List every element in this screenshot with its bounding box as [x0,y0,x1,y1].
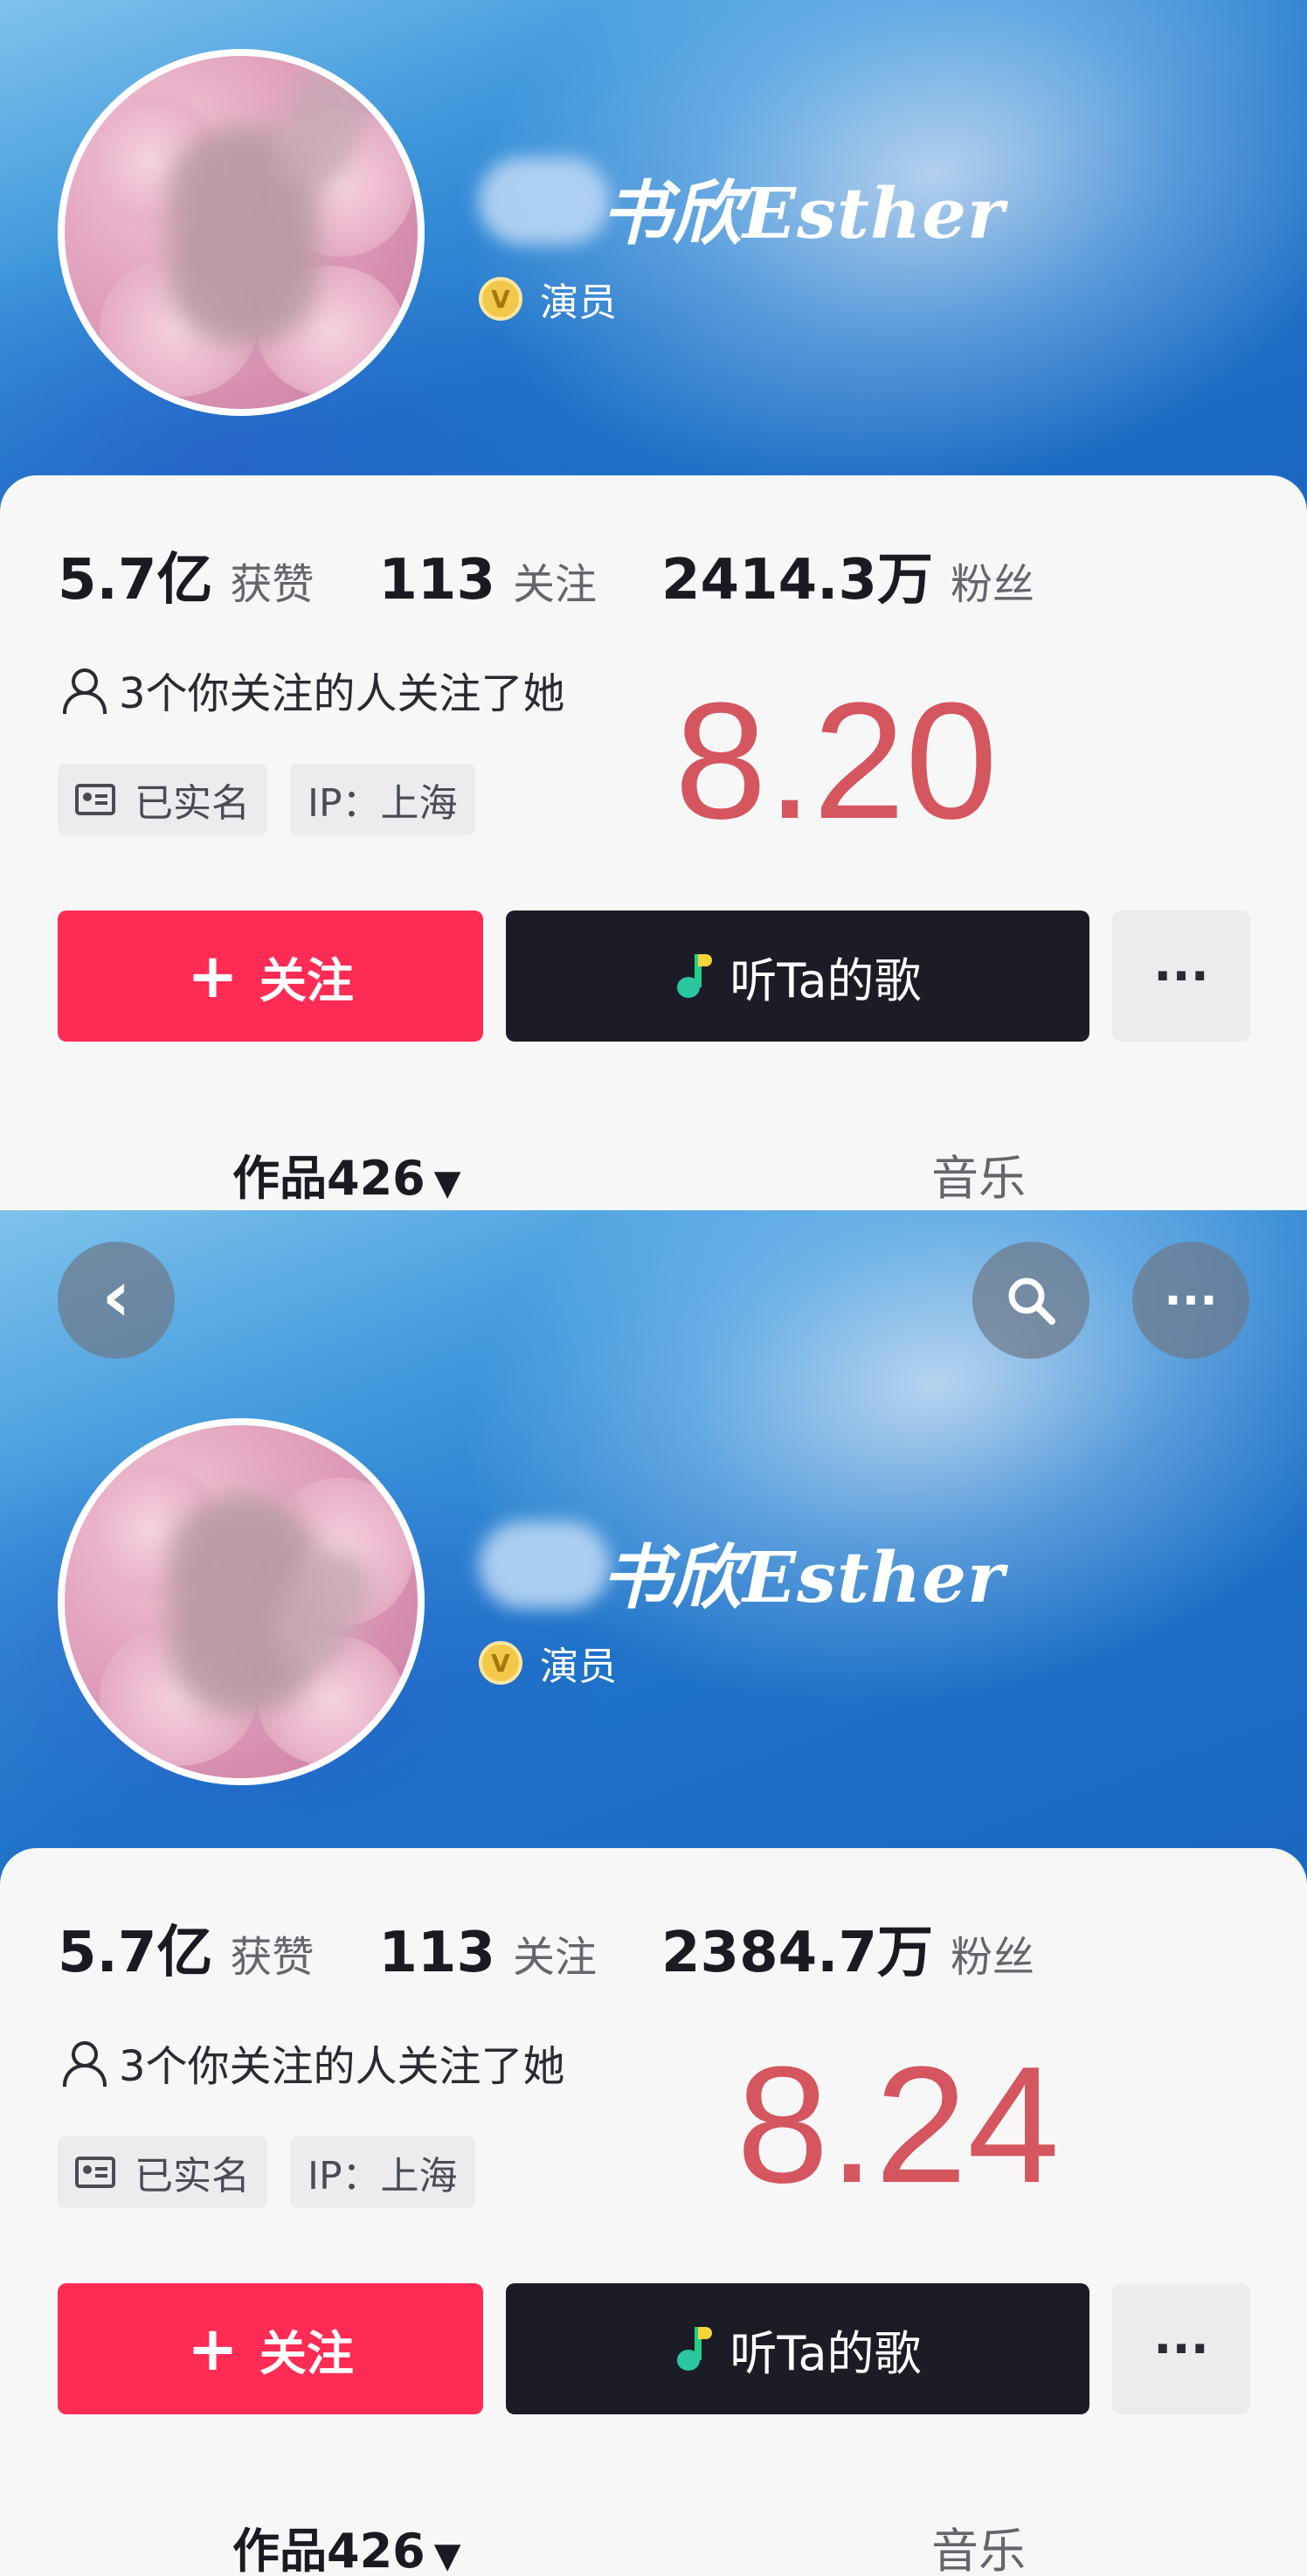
date-annotation: 8.20 [674,668,998,854]
music-note-icon [674,952,713,1000]
follow-button-label: 关注 [259,952,354,1008]
caret-down-icon: ▼ [433,1163,461,1203]
profile-identity: 书欣Esther V 演员 [479,1521,1004,1691]
following-label: 关注 [512,560,597,609]
fans-count[interactable]: 2384.7万 [661,1908,933,1988]
mutual-followers-text: 3个你关注的人关注了她 [119,669,565,718]
following-count[interactable]: 113 [378,548,495,613]
listen-music-button[interactable]: 听Ta的歌 [506,2283,1089,2414]
fans-count[interactable]: 2414.3万 [661,535,933,615]
more-options-button[interactable]: ··· [1112,2283,1250,2414]
caret-down-icon: ▼ [433,2536,461,2576]
id-card-icon [75,784,115,815]
profile-name: 书欣Esther [601,1536,1006,1618]
person-icon [58,2038,107,2087]
back-icon: ‹ [101,1256,131,1337]
search-icon [1008,1278,1055,1325]
profile-identity: 书欣Esther V 演员 [479,157,1004,327]
mutual-followers-text: 3个你关注的人关注了她 [119,2042,565,2091]
plus-icon: + [187,940,239,1012]
music-note-icon [674,2325,713,2372]
follow-button-label: 关注 [259,2325,354,2381]
follow-button[interactable]: + 关注 [58,911,483,1042]
likes-label: 获赞 [230,1933,315,1982]
tab-music[interactable]: 音乐 [931,1139,1026,1208]
likes-count[interactable]: 5.7亿 [58,1908,212,1988]
likes-count[interactable]: 5.7亿 [58,535,212,615]
listen-music-button[interactable]: 听Ta的歌 [506,911,1089,1042]
name-redaction [479,157,610,245]
fans-label: 粉丝 [950,1933,1034,1982]
following-count[interactable]: 113 [378,1921,495,1985]
avatar[interactable] [58,1418,425,1785]
ip-location-text: IP：上海 [308,781,458,826]
more-options-button[interactable]: ··· [1112,911,1250,1042]
follow-button[interactable]: + 关注 [58,2283,483,2414]
likes-label: 获赞 [230,560,315,609]
tab-music[interactable]: 音乐 [931,2512,1026,2576]
action-buttons: + 关注 听Ta的歌 ··· [58,911,1250,1042]
plus-icon: + [187,2313,239,2385]
real-name-tag: 已实名 [58,2136,267,2208]
listen-music-label: 听Ta的歌 [730,2325,922,2381]
tab-works[interactable]: 作品426 ▼ [232,2512,461,2576]
stats-row: 5.7亿 获赞 113 关注 2384.7万 粉丝 [58,1908,1099,1988]
action-buttons: + 关注 听Ta的歌 ··· [58,2283,1250,2414]
tab-works-label: 作品426 [232,1151,425,1206]
verified-badge-icon: V [479,1641,522,1685]
real-name-text: 已实名 [135,781,250,826]
profile-tags: 已实名 IP：上海 [58,2136,498,2208]
following-label: 关注 [512,1933,597,1982]
tab-works-label: 作品426 [232,2524,425,2576]
real-name-text: 已实名 [135,2154,250,2199]
profile-name: 书欣Esther [601,172,1006,254]
back-button[interactable]: ‹ [58,1242,175,1359]
profile-title: 演员 [540,1645,617,1689]
more-icon: ··· [1164,1272,1218,1328]
ip-location-text: IP：上海 [308,2154,458,2199]
person-icon [58,665,107,714]
name-redaction [479,1521,610,1609]
tab-works[interactable]: 作品426 ▼ [232,1139,461,1208]
profile-snapshot-bottom: ‹ ··· 书欣Esther V 演员 5.7亿 获赞 113 关注 2384.… [0,1210,1307,2576]
profile-card: 5.7亿 获赞 113 关注 2414.3万 粉丝 3个你关注的人关注了她 已实… [0,475,1307,1210]
id-card-icon [75,2157,115,2188]
listen-music-label: 听Ta的歌 [730,952,922,1008]
ip-location-tag: IP：上海 [290,764,475,835]
mutual-followers[interactable]: 3个你关注的人关注了她 [58,659,565,720]
mutual-followers[interactable]: 3个你关注的人关注了她 [58,2032,565,2093]
more-button[interactable]: ··· [1132,1242,1249,1359]
profile-card: 5.7亿 获赞 113 关注 2384.7万 粉丝 3个你关注的人关注了她 已实… [0,1848,1307,2576]
verified-badge-icon: V [479,277,522,321]
profile-tags: 已实名 IP：上海 [58,764,498,835]
real-name-tag: 已实名 [58,764,267,835]
date-annotation: 8.24 [736,2032,1060,2218]
search-button[interactable] [972,1242,1089,1359]
ip-location-tag: IP：上海 [290,2136,475,2208]
stats-row: 5.7亿 获赞 113 关注 2414.3万 粉丝 [58,535,1099,615]
profile-snapshot-top: 书欣Esther V 演员 5.7亿 获赞 113 关注 2414.3万 粉丝 … [0,0,1307,1210]
fans-label: 粉丝 [950,560,1034,609]
avatar[interactable] [58,49,425,416]
profile-title: 演员 [540,280,617,325]
